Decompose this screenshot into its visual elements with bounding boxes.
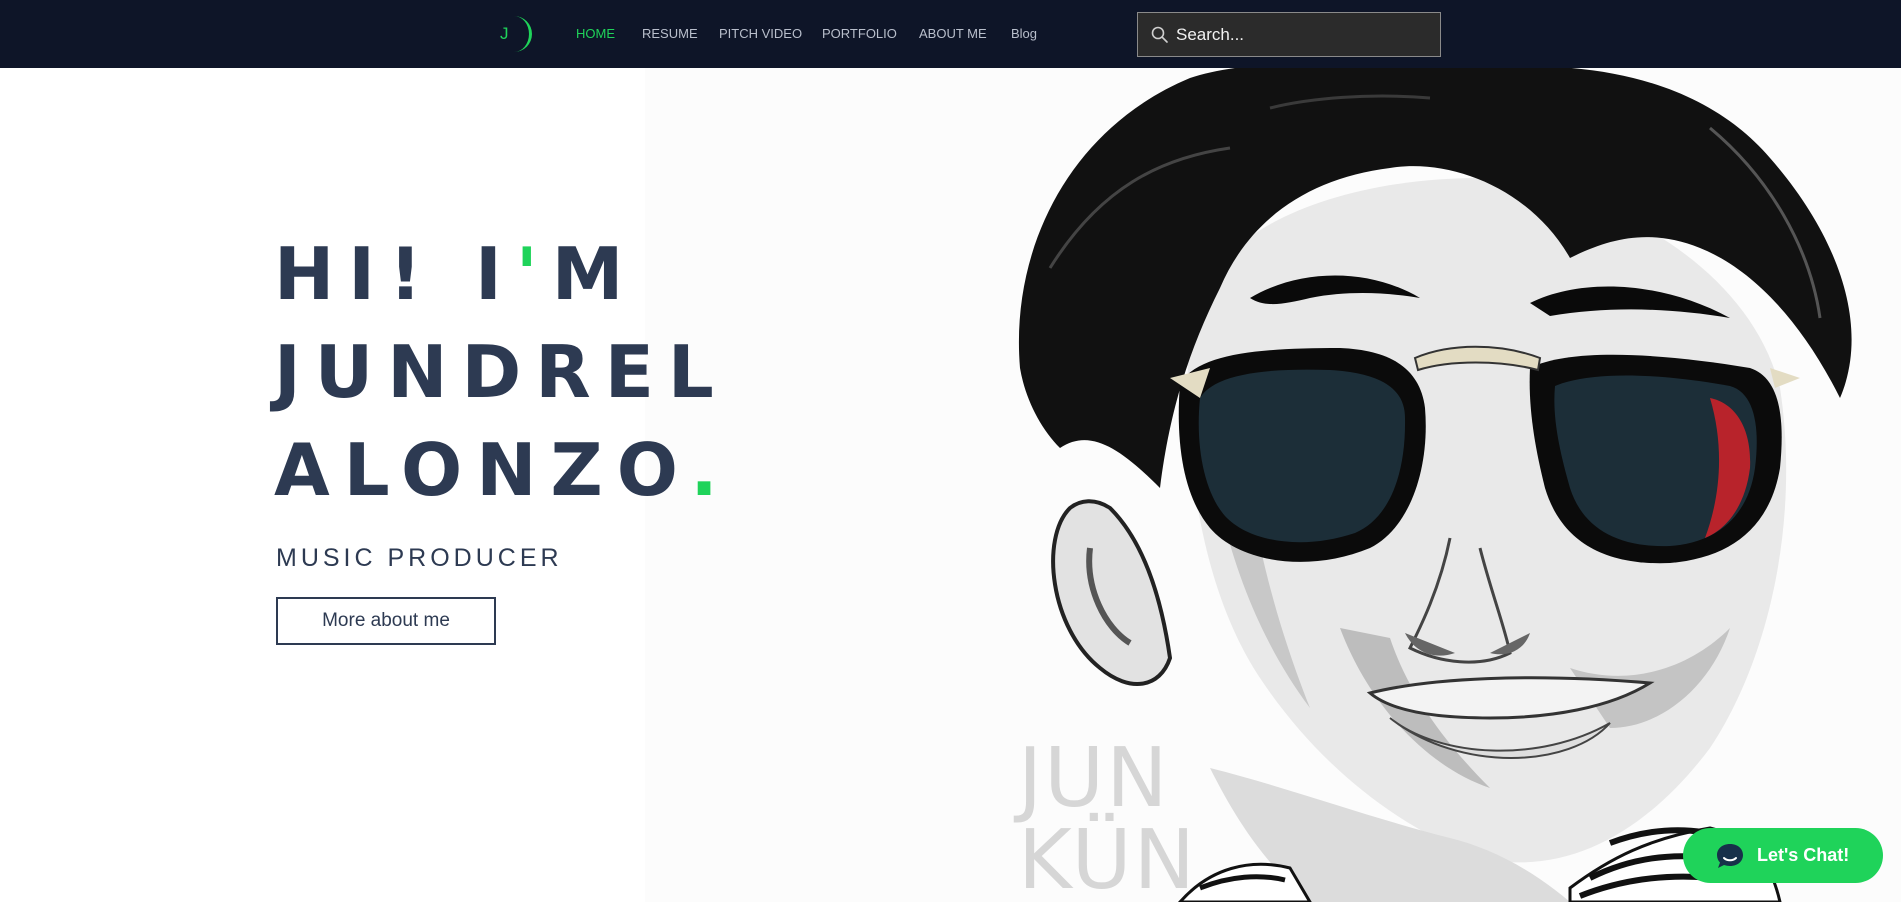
headline-apostrophe: ' bbox=[515, 232, 552, 316]
lets-chat-button[interactable]: Let's Chat! bbox=[1683, 828, 1883, 883]
search-box[interactable] bbox=[1137, 12, 1441, 57]
chat-bubble-icon bbox=[1717, 843, 1743, 868]
nav-blog[interactable]: Blog bbox=[1011, 26, 1037, 41]
nav-about-me[interactable]: ABOUT ME bbox=[919, 26, 987, 41]
more-about-me-button[interactable]: More about me bbox=[276, 597, 496, 645]
logo-letter: J bbox=[500, 24, 509, 43]
nav-home[interactable]: HOME bbox=[576, 26, 615, 41]
headline-hi: HI! I bbox=[274, 232, 516, 316]
nav-pitch-video[interactable]: PITCH VIDEO bbox=[719, 26, 802, 41]
headline-line-1: HI! I'M bbox=[274, 232, 637, 316]
nav-resume[interactable]: RESUME bbox=[642, 26, 698, 41]
nav-portfolio[interactable]: PORTFOLIO bbox=[822, 26, 897, 41]
junkun-watermark: JUN KÜN bbox=[1018, 731, 1197, 902]
search-input[interactable] bbox=[1176, 13, 1436, 56]
headline-line-3: ALONZO. bbox=[274, 428, 732, 512]
lets-chat-label: Let's Chat! bbox=[1757, 845, 1850, 865]
headline-line-2: JUNDREL bbox=[274, 330, 728, 414]
top-navigation-bar: J HOME RESUME PITCH VIDEO PORTFOLIO ABOU… bbox=[0, 0, 1901, 68]
site-logo[interactable]: J bbox=[494, 14, 534, 54]
search-icon bbox=[1151, 26, 1168, 43]
headline-surname: ALONZO bbox=[274, 428, 691, 512]
hero-subtitle: MUSIC PRODUCER bbox=[276, 544, 563, 572]
headline-dot: . bbox=[690, 428, 732, 512]
headline-m: M bbox=[551, 232, 638, 316]
